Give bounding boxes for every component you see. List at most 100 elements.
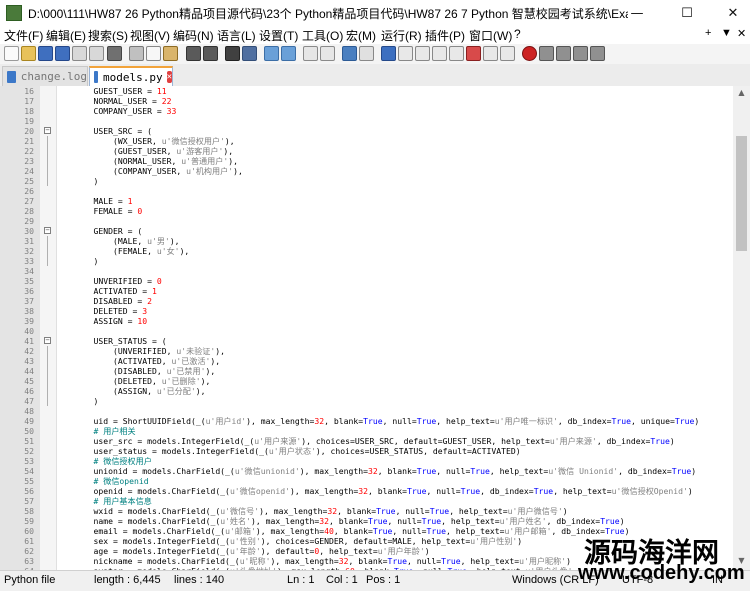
- menu-language[interactable]: 语言(L): [217, 27, 256, 44]
- tab-change-log[interactable]: change.log: [2, 66, 88, 86]
- fold-toggle-icon[interactable]: −: [44, 127, 51, 134]
- code-line: 45 (DELETED, u'已删除'),: [0, 376, 733, 386]
- close-tab-icon[interactable]: ✕: [166, 71, 172, 83]
- maximize-button[interactable]: ☐: [664, 0, 710, 26]
- status-line: Ln : 1: [287, 574, 315, 586]
- run-macro-multiple-icon[interactable]: [573, 46, 588, 61]
- menu-encoding[interactable]: 编码(N): [173, 27, 214, 44]
- code-line: 27 MALE = 1: [0, 196, 733, 206]
- eye-icon[interactable]: [500, 46, 515, 61]
- code-line: 28 FEMALE = 0: [0, 206, 733, 216]
- title-bar: D:\000\111\HW87 26 Python精品项目源代码\23个 Pyt…: [0, 0, 750, 26]
- code-line: 22 (GUEST_USER, u'游客用户'),: [0, 146, 733, 156]
- print-icon[interactable]: [107, 46, 122, 61]
- code-line: 32 (FEMALE, u'女'),: [0, 246, 733, 256]
- line-number: 45: [24, 376, 34, 386]
- menu-file[interactable]: 文件(F): [4, 27, 43, 44]
- new-file-icon[interactable]: [4, 46, 19, 61]
- status-position: Pos : 1: [366, 574, 401, 586]
- line-number: 37: [24, 296, 34, 306]
- code-line: 56 openid = models.CharField(_(u'微信openi…: [0, 486, 733, 496]
- code-line: 21 (WX_USER, u'微信授权用户'),: [0, 136, 733, 146]
- status-length: length : 6,445: [94, 574, 161, 586]
- tab-label: change.log: [20, 70, 87, 83]
- scroll-up-icon[interactable]: ▲: [736, 88, 747, 100]
- sync-vertical-icon[interactable]: [303, 46, 318, 61]
- fold-toggle-icon[interactable]: −: [44, 337, 51, 344]
- menu-bar: 文件(F) 编辑(E) 搜索(S) 视图(V) 编码(N) 语言(L) 设置(T…: [0, 26, 750, 44]
- redo-icon[interactable]: [203, 46, 218, 61]
- code-text: UNVERIFIED = 0: [74, 276, 162, 286]
- menu-plugins[interactable]: 插件(P): [425, 27, 465, 44]
- status-lines: lines : 140: [174, 574, 225, 586]
- code-text: FEMALE = 0: [74, 206, 143, 216]
- menu-search[interactable]: 搜索(S): [88, 27, 128, 44]
- stop-macro-icon[interactable]: [539, 46, 554, 61]
- minimize-button[interactable]: —: [614, 0, 660, 26]
- fold-guide: [47, 356, 48, 366]
- scrollbar-thumb[interactable]: [736, 136, 747, 251]
- indent-guide-icon[interactable]: [381, 46, 396, 61]
- menu-run[interactable]: 运行(R): [381, 27, 422, 44]
- line-number: 17: [24, 96, 34, 106]
- close-file-icon[interactable]: [72, 46, 87, 61]
- code-text: GUEST_USER = 11: [74, 86, 167, 96]
- monitoring-icon[interactable]: [466, 46, 481, 61]
- new-tab-icon[interactable]: +: [705, 27, 711, 39]
- undo-icon[interactable]: [186, 46, 201, 61]
- menu-settings[interactable]: 设置(T): [259, 27, 298, 44]
- tab-models-py[interactable]: models.py ✕: [89, 66, 173, 86]
- line-number: 22: [24, 146, 34, 156]
- save-all-icon[interactable]: [55, 46, 70, 61]
- line-number: 47: [24, 396, 34, 406]
- close-button[interactable]: ✕: [710, 0, 750, 26]
- menu-tools[interactable]: 工具(O): [302, 27, 343, 44]
- line-number: 46: [24, 386, 34, 396]
- line-number: 34: [24, 266, 34, 276]
- line-number: 39: [24, 316, 34, 326]
- save-macro-icon[interactable]: [590, 46, 605, 61]
- save-icon[interactable]: [38, 46, 53, 61]
- show-all-chars-icon[interactable]: [359, 46, 374, 61]
- menu-help[interactable]: ?: [514, 27, 521, 41]
- line-number: 49: [24, 416, 34, 426]
- panel-icon[interactable]: [483, 46, 498, 61]
- play-macro-icon[interactable]: [556, 46, 571, 61]
- folder-workspace-icon[interactable]: [449, 46, 464, 61]
- find-icon[interactable]: [225, 46, 240, 61]
- code-text: NORMAL_USER = 22: [74, 96, 172, 106]
- line-number: 50: [24, 426, 34, 436]
- fold-toggle-icon[interactable]: −: [44, 227, 51, 234]
- code-text: GENDER = (: [74, 226, 143, 236]
- close-all-icon[interactable]: [89, 46, 104, 61]
- copy-icon[interactable]: [146, 46, 161, 61]
- doc-map-icon[interactable]: [415, 46, 430, 61]
- vertical-scrollbar[interactable]: ▲ ▼: [733, 86, 750, 570]
- replace-icon[interactable]: [242, 46, 257, 61]
- word-wrap-icon[interactable]: [342, 46, 357, 61]
- code-text: DISABLED = 2: [74, 296, 152, 306]
- sync-horizontal-icon[interactable]: [320, 46, 335, 61]
- zoom-out-icon[interactable]: [281, 46, 296, 61]
- tab-list-dropdown-icon[interactable]: ▼: [721, 27, 732, 39]
- user-lang-icon[interactable]: [398, 46, 413, 61]
- cut-icon[interactable]: [129, 46, 144, 61]
- code-editor[interactable]: 16 GUEST_USER = 11 17 NORMAL_USER = 22 18 …: [0, 86, 733, 570]
- zoom-in-icon[interactable]: [264, 46, 279, 61]
- function-list-icon[interactable]: [432, 46, 447, 61]
- menu-view[interactable]: 视图(V): [130, 27, 170, 44]
- menu-window[interactable]: 窗口(W): [469, 27, 512, 44]
- close-document-icon[interactable]: ✕: [737, 27, 746, 40]
- code-text: (DELETED, u'已删除'),: [74, 376, 211, 386]
- open-file-icon[interactable]: [21, 46, 36, 61]
- record-macro-icon[interactable]: [522, 46, 537, 61]
- paste-icon[interactable]: [163, 46, 178, 61]
- code-text: ACTIVATED = 1: [74, 286, 157, 296]
- code-text: USER_SRC = (: [74, 126, 152, 136]
- line-number: 62: [24, 546, 34, 556]
- line-number: 33: [24, 256, 34, 266]
- menu-edit[interactable]: 编辑(E): [46, 27, 86, 44]
- line-number: 32: [24, 246, 34, 256]
- line-number: 48: [24, 406, 34, 416]
- menu-macro[interactable]: 宏(M): [346, 27, 376, 44]
